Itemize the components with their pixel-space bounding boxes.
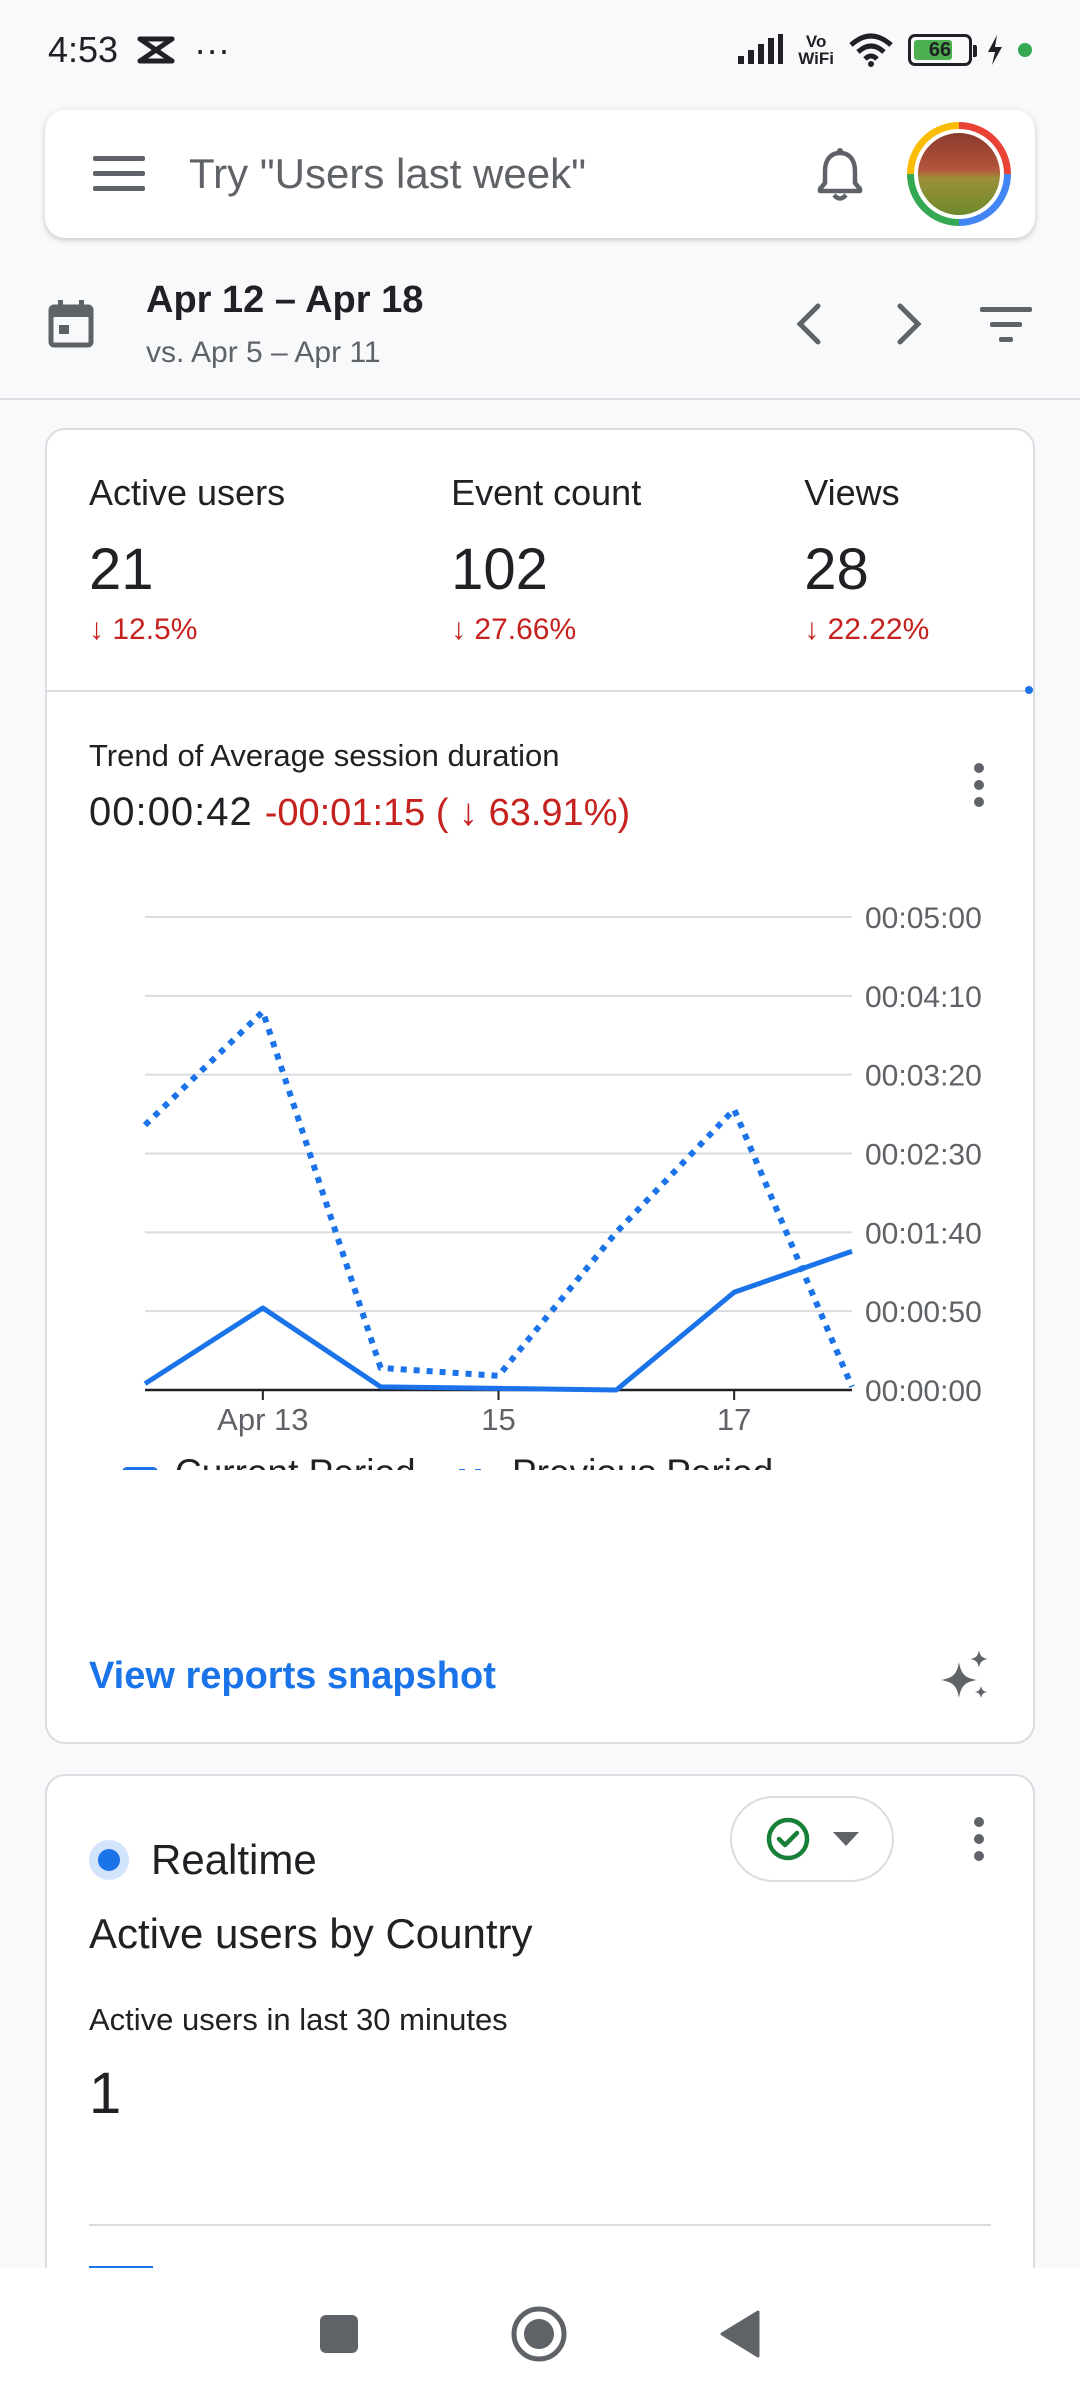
y-tick-label: 00:00:50: [865, 1296, 982, 1329]
trend-title: Trend of Average session duration: [89, 738, 560, 773]
battery-level: 66: [928, 38, 952, 61]
charging-icon: [988, 35, 1002, 65]
chevron-left-icon[interactable]: [794, 302, 824, 346]
view-reports-snapshot-link[interactable]: View reports snapshot: [89, 1655, 496, 1698]
trend-chart: 00:00:00 00:00:50 00:01:40 00:02:30 00:03:20…: [122, 902, 982, 1470]
legend-label-current: Current Period: [175, 1452, 416, 1470]
series-previous-period: [142, 1008, 855, 1389]
comparison-toggle[interactable]: [730, 1796, 894, 1882]
realtime-title: Active users by Country: [89, 1910, 533, 1957]
back-icon[interactable]: [718, 2310, 762, 2358]
x-tick-label: 15: [481, 1402, 515, 1437]
trend-delta: -00:01:15 ( ↓ 63.91%): [264, 792, 631, 834]
avatar-image: [914, 129, 1004, 219]
y-tick-label: 00:01:40: [865, 1217, 982, 1250]
status-bar-left: 4:53 ···: [48, 29, 230, 71]
menu-icon[interactable]: [93, 154, 145, 194]
app-notification-icon: [137, 36, 175, 64]
status-bar-right: Vo WiFi 66: [736, 33, 1032, 67]
y-tick-label: 00:04:10: [865, 981, 982, 1014]
privacy-indicator: [1018, 43, 1032, 57]
home-icon[interactable]: [510, 2305, 568, 2363]
date-range-bar: Apr 12 – Apr 18 vs. Apr 5 – Apr 11: [0, 250, 1080, 400]
y-tick-label: 00:03:20: [865, 1060, 982, 1093]
trend-section: Trend of Average session duration 00:00:…: [47, 692, 1033, 835]
vowifi-icon: Vo WiFi: [798, 32, 834, 68]
sparkle-icon[interactable]: [939, 1648, 991, 1704]
more-notifications-icon: ···: [194, 29, 231, 70]
battery-icon: 66: [908, 34, 977, 66]
more-vert-icon[interactable]: [973, 762, 985, 808]
realtime-label: Realtime: [151, 1836, 317, 1883]
divider: [89, 2224, 991, 2226]
realtime-subtitle: Active users in last 30 minutes: [89, 2002, 508, 2037]
date-range-comparison: vs. Apr 5 – Apr 11: [146, 335, 381, 369]
trend-value: 00:00:42: [89, 790, 253, 834]
system-nav-bar: [0, 2268, 1080, 2400]
avatar[interactable]: [907, 122, 1011, 226]
filter-icon[interactable]: [980, 305, 1032, 343]
calendar-icon[interactable]: [48, 299, 94, 349]
date-range-picker[interactable]: Apr 12 – Apr 18 vs. Apr 5 – Apr 11: [146, 279, 794, 370]
search-input[interactable]: Try "Users last week": [189, 150, 817, 198]
wifi-icon: [849, 33, 893, 67]
metric-active-users[interactable]: Active users 21 ↓ 12.5%: [89, 472, 451, 690]
date-range-main: Apr 12 – Apr 18: [146, 278, 424, 321]
realtime-live-icon: [89, 1840, 129, 1880]
y-tick-label: 00:02:30: [865, 1139, 982, 1172]
more-vert-icon[interactable]: [973, 1816, 985, 1862]
bell-icon[interactable]: [817, 147, 863, 201]
status-bar: 4:53 ··· Vo WiFi 66: [0, 0, 1080, 100]
legend-label-previous: Previous Period: [512, 1452, 773, 1470]
metric-event-count[interactable]: Event count 102 ↓ 27.66%: [451, 472, 804, 690]
x-tick-label: Apr 13: [217, 1402, 308, 1437]
realtime-value: 1: [89, 2061, 122, 2126]
recents-icon[interactable]: [318, 2313, 360, 2355]
overview-card: Active users 21 ↓ 12.5% Event count 102 …: [45, 428, 1035, 1744]
clock: 4:53: [48, 29, 119, 70]
series-current-period: [143, 1248, 853, 1393]
x-tick-label: 17: [717, 1402, 751, 1437]
dropdown-arrow-icon: [833, 1832, 859, 1846]
y-tick-label: 00:00:00: [865, 1375, 982, 1408]
check-circle-icon: [766, 1817, 810, 1861]
chevron-right-icon[interactable]: [894, 302, 924, 346]
y-tick-label: 00:05:00: [865, 902, 982, 935]
search-bar[interactable]: Try "Users last week": [45, 110, 1035, 238]
trend-values: 00:00:42 -00:01:15 ( ↓ 63.91%): [89, 790, 991, 835]
date-nav: [794, 302, 924, 346]
signal-icon: [738, 34, 784, 64]
metrics-row: Active users 21 ↓ 12.5% Event count 102 …: [47, 430, 1033, 694]
metric-views[interactable]: Views 28 ↓ 22.22%: [804, 472, 1033, 690]
